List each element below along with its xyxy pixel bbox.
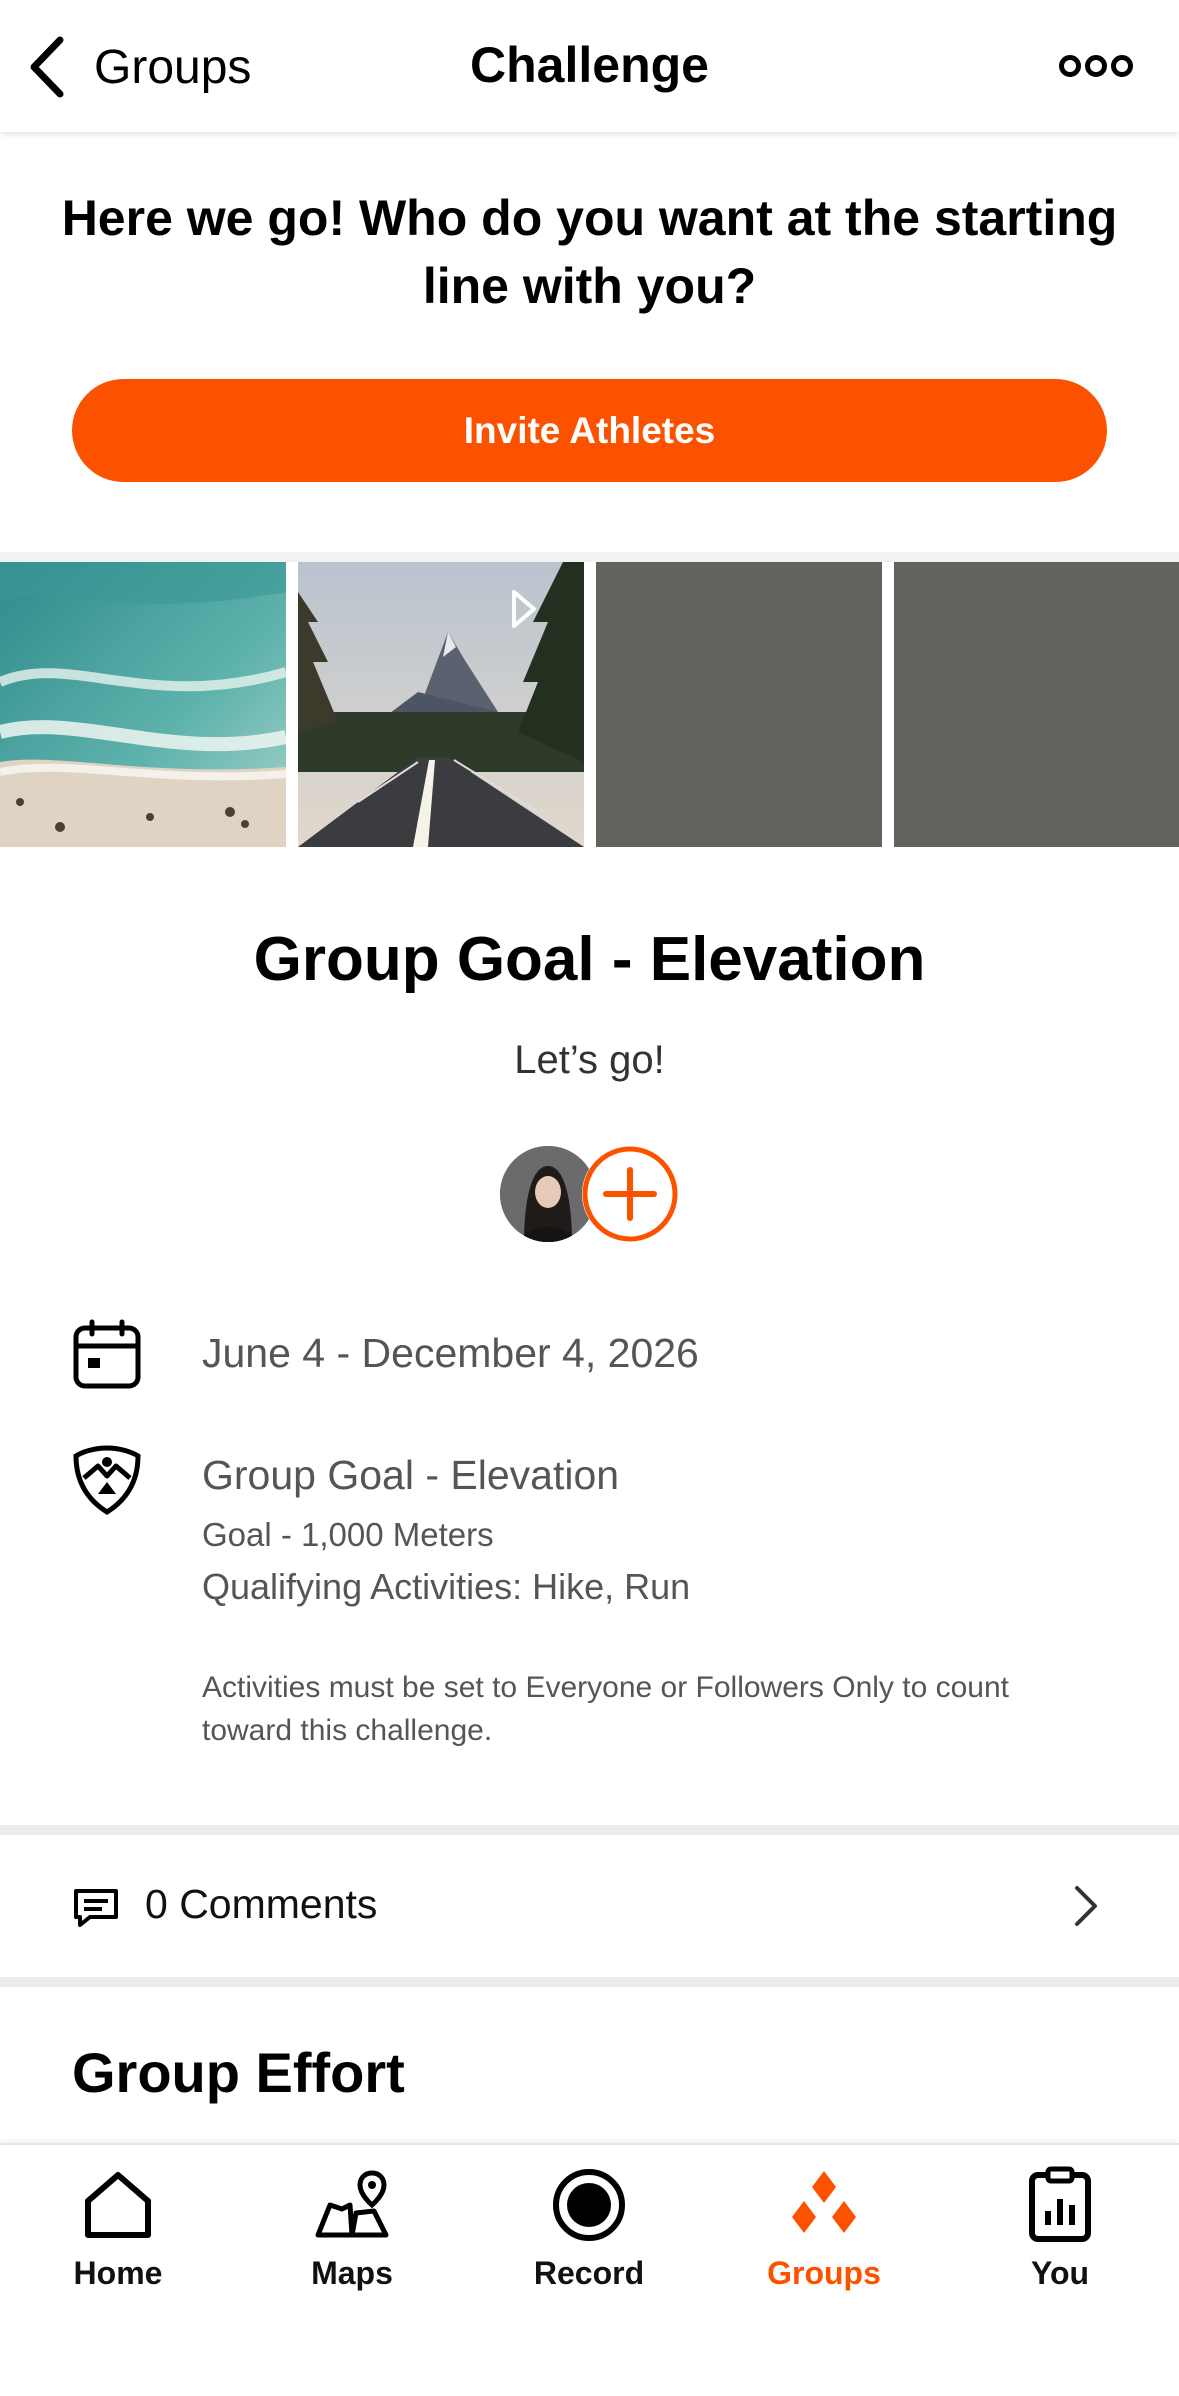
invite-athletes-button[interactable]: Invite Athletes [72,379,1107,482]
challenge-title: Group Goal - Elevation [253,925,926,994]
media-tile-beach[interactable] [0,562,286,847]
tab-label: Record [533,2255,645,2291]
maps-icon [315,2170,389,2238]
tab-label: Groups [767,2255,881,2291]
divider [0,552,1179,562]
tab-label: You [1030,2255,1090,2291]
challenge-shield-icon [73,1445,141,1515]
chevron-right-icon [1075,1886,1097,1926]
participants [500,1146,682,1246]
media-tile-placeholder[interactable] [596,562,882,847]
tab-you[interactable]: You [980,2165,1140,2292]
add-participant-icon[interactable] [582,1146,678,1242]
page-title: Challenge [470,37,709,93]
home-icon [85,2172,151,2238]
beach-photo [0,562,286,847]
goal-type: Group Goal - Elevation [202,1452,620,1498]
media-tile-road-video[interactable] [298,562,584,847]
tab-maps[interactable]: Maps [272,2165,432,2292]
media-strip [0,562,1179,847]
media-tile-placeholder[interactable] [894,562,1179,847]
bottom-tab-bar: Home Maps Record Groups You [0,2143,1179,2396]
comments-count: 0 Comments [145,1881,378,1927]
tab-home[interactable]: Home [38,2165,198,2292]
challenge-subtitle: Let’s go! [514,1038,665,1082]
invite-prompt: Here we go! Who do you want at the start… [61,190,1118,314]
calendar-icon [73,1319,141,1389]
divider [0,1977,1179,1987]
challenge-dates: June 4 - December 4, 2026 [202,1330,699,1376]
tab-label: Maps [311,2255,393,2291]
group-effort-heading: Group Effort [72,2041,405,2104]
tab-record[interactable]: Record [509,2165,669,2292]
divider [0,1825,1179,1835]
comments-row[interactable]: 0 Comments [0,1837,1179,1977]
top-nav-bar: Groups Challenge [0,0,1179,132]
record-icon [553,2169,625,2241]
comment-icon [74,1889,118,1927]
more-dots-icon[interactable] [1059,52,1133,80]
goal-target: Goal - 1,000 Meters [202,1516,494,1553]
tab-groups[interactable]: Groups [744,2165,904,2292]
road-mountain-photo [298,562,584,847]
groups-icon [792,2171,856,2233]
tab-label: Home [73,2255,163,2291]
you-icon [1029,2166,1091,2242]
qualifying-activities: Qualifying Activities: Hike, Run [202,1566,691,1607]
invite-section: Here we go! Who do you want at the start… [0,132,1179,552]
visibility-note: Activities must be set to Everyone or Fo… [202,1671,1009,1747]
